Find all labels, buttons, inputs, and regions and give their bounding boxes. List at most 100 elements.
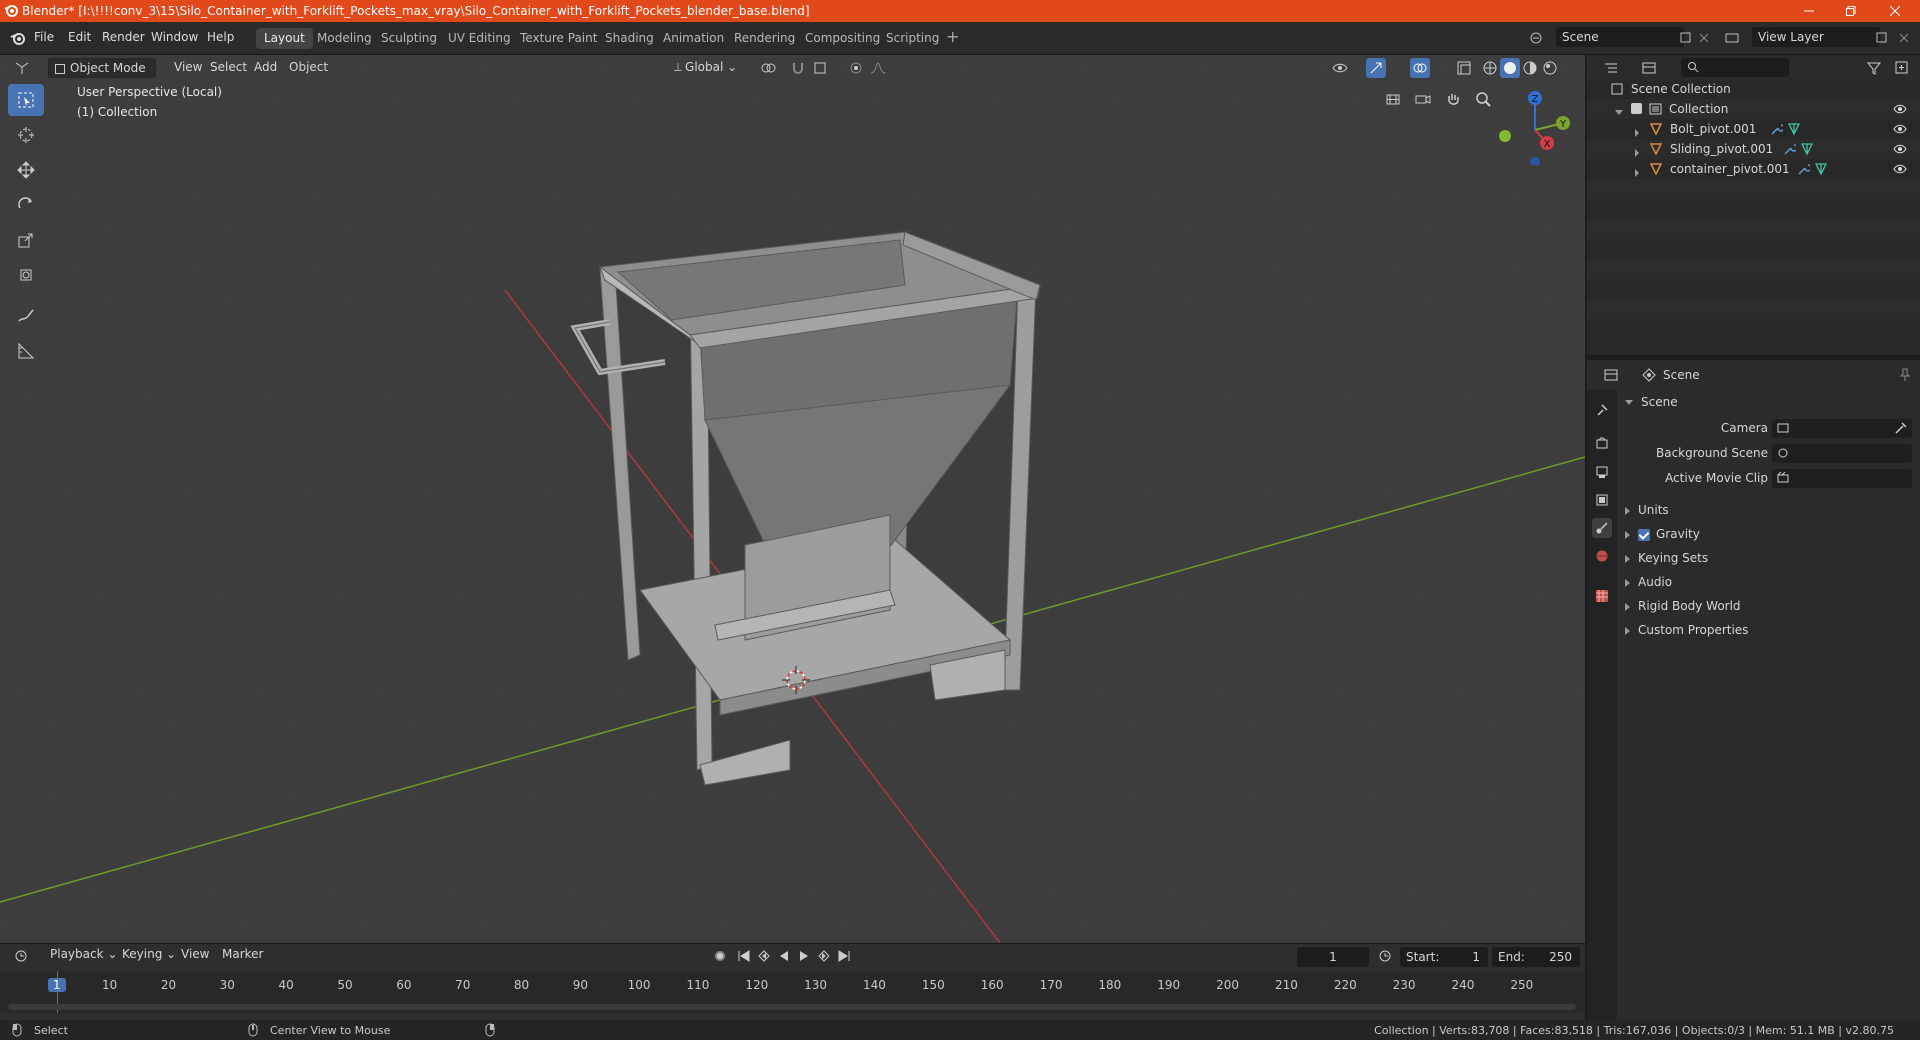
mesh-data-icon[interactable] bbox=[1787, 122, 1801, 136]
view-layer-field[interactable]: View Layer bbox=[1752, 27, 1880, 47]
outliner-row-object[interactable]: container_pivot.001 bbox=[1587, 159, 1920, 179]
visibility-eye-icon[interactable] bbox=[1893, 123, 1907, 135]
record-icon[interactable] bbox=[710, 946, 730, 966]
menu-help[interactable]: Help bbox=[207, 30, 234, 44]
overlays-toggle-icon[interactable] bbox=[1410, 58, 1430, 78]
navigation-gizmo[interactable]: Z Y X bbox=[1490, 85, 1570, 165]
proportional-edit-icon[interactable] bbox=[846, 58, 866, 78]
pan-view-icon[interactable] bbox=[1443, 89, 1463, 109]
modifier-wrench-icon[interactable] bbox=[1796, 162, 1810, 176]
tab-layout[interactable]: Layout bbox=[256, 28, 313, 49]
keying-sets-panel-header[interactable]: Keying Sets bbox=[1625, 551, 1708, 565]
close-window-button[interactable] bbox=[1874, 0, 1916, 22]
blender-menu-icon[interactable] bbox=[10, 30, 26, 46]
mesh-data-icon[interactable] bbox=[1814, 162, 1828, 176]
tab-uv-editing[interactable]: UV Editing bbox=[440, 28, 519, 49]
outliner-row-object[interactable]: Sliding_pivot.001 bbox=[1587, 139, 1920, 159]
xray-toggle-icon[interactable] bbox=[1454, 58, 1474, 78]
start-frame-field[interactable]: Start: 1 bbox=[1400, 947, 1488, 967]
display-mode-icon[interactable] bbox=[1639, 58, 1659, 78]
transform-orientation-dropdown[interactable]: ⟂ Global ⌄ bbox=[668, 58, 743, 78]
collection-expand-icon[interactable] bbox=[1615, 105, 1631, 119]
object-expand-icon[interactable] bbox=[1635, 165, 1647, 179]
scale-tool[interactable] bbox=[8, 224, 44, 256]
object-expand-icon[interactable] bbox=[1635, 145, 1647, 159]
tab-sculpting[interactable]: Sculpting bbox=[373, 28, 445, 49]
rendered-shading-icon[interactable] bbox=[1540, 58, 1560, 78]
jump-keyframe-forward-icon[interactable] bbox=[814, 946, 834, 966]
add-workspace-icon[interactable]: + bbox=[946, 27, 959, 46]
rotate-tool[interactable] bbox=[8, 189, 44, 221]
remove-view-layer-icon[interactable] bbox=[1894, 28, 1914, 48]
pin-icon[interactable] bbox=[1895, 365, 1915, 385]
modifier-wrench-icon[interactable] bbox=[1782, 142, 1796, 156]
menu-file[interactable]: File bbox=[34, 30, 54, 44]
remove-scene-icon[interactable] bbox=[1694, 28, 1714, 48]
jump-keyframe-back-icon[interactable] bbox=[754, 946, 774, 966]
texture-tab-icon[interactable] bbox=[1592, 586, 1612, 606]
scene-panel-header[interactable]: Scene bbox=[1625, 395, 1678, 409]
mesh-data-icon[interactable] bbox=[1800, 142, 1814, 156]
toggle-camera-view-icon[interactable] bbox=[1383, 89, 1403, 109]
scene-field[interactable]: Scene bbox=[1556, 27, 1684, 47]
view-layer-tab-icon[interactable] bbox=[1592, 490, 1612, 510]
transform-tool[interactable] bbox=[8, 259, 44, 291]
outliner-row-scene-collection[interactable]: Scene Collection bbox=[1587, 79, 1920, 99]
timeline-editor-type-icon[interactable] bbox=[12, 946, 32, 966]
world-tab-icon[interactable] bbox=[1592, 546, 1612, 566]
gravity-panel-header[interactable]: Gravity bbox=[1625, 527, 1700, 541]
camera-field[interactable] bbox=[1772, 419, 1912, 438]
snap-icon[interactable] bbox=[788, 58, 808, 78]
tab-shading[interactable]: Shading bbox=[597, 28, 662, 49]
move-tool[interactable] bbox=[8, 154, 44, 186]
background-scene-field[interactable] bbox=[1772, 444, 1912, 463]
viewport-menu-view[interactable]: View bbox=[168, 58, 208, 78]
properties-editor-type-icon[interactable] bbox=[1601, 365, 1621, 385]
timeline-menu-playback[interactable]: Playback ⌄ bbox=[44, 945, 123, 965]
modifier-wrench-icon[interactable] bbox=[1769, 122, 1783, 136]
gizmo-toggle-icon[interactable] bbox=[1366, 58, 1386, 78]
visibility-eye-icon[interactable] bbox=[1893, 143, 1907, 155]
menu-window[interactable]: Window bbox=[151, 30, 198, 44]
viewport-menu-select[interactable]: Select bbox=[204, 58, 253, 78]
scene-icon[interactable] bbox=[1526, 28, 1546, 48]
collection-checkbox[interactable] bbox=[1631, 103, 1642, 114]
scene-tab-icon[interactable] bbox=[1592, 518, 1612, 538]
snap-target-icon[interactable] bbox=[810, 58, 830, 78]
measure-tool[interactable] bbox=[8, 335, 44, 367]
timeline-menu-marker[interactable]: Marker bbox=[216, 945, 269, 965]
outliner-row-object[interactable]: Bolt_pivot.001 bbox=[1587, 119, 1920, 139]
timeline-scrollbar[interactable] bbox=[8, 1004, 1576, 1010]
render-tab-icon[interactable] bbox=[1592, 434, 1612, 454]
cursor-tool[interactable] bbox=[8, 119, 44, 151]
custom-properties-panel-header[interactable]: Custom Properties bbox=[1625, 623, 1748, 637]
viewport-menu-object[interactable]: Object bbox=[283, 58, 334, 78]
minimize-button[interactable] bbox=[1788, 0, 1830, 22]
select-box-tool[interactable] bbox=[8, 84, 44, 116]
tab-texture-paint[interactable]: Texture Paint bbox=[512, 28, 605, 49]
visibility-eye-icon[interactable] bbox=[1893, 103, 1907, 115]
tab-rendering[interactable]: Rendering bbox=[726, 28, 803, 49]
units-panel-header[interactable]: Units bbox=[1625, 503, 1669, 517]
tab-scripting[interactable]: Scripting bbox=[878, 28, 947, 49]
maximize-button[interactable] bbox=[1830, 0, 1872, 22]
falloff-icon[interactable] bbox=[868, 58, 888, 78]
material-shading-icon[interactable] bbox=[1520, 58, 1540, 78]
audio-panel-header[interactable]: Audio bbox=[1625, 575, 1672, 589]
outliner-search-input[interactable] bbox=[1681, 58, 1789, 77]
play-icon[interactable] bbox=[794, 946, 814, 966]
rigid-body-world-panel-header[interactable]: Rigid Body World bbox=[1625, 599, 1741, 613]
camera-view-icon[interactable] bbox=[1413, 89, 1433, 109]
wireframe-shading-icon[interactable] bbox=[1480, 58, 1500, 78]
output-tab-icon[interactable] bbox=[1592, 462, 1612, 482]
solid-shading-icon[interactable] bbox=[1500, 58, 1520, 78]
current-frame-field[interactable]: 1 bbox=[1297, 947, 1369, 967]
preview-range-icon[interactable] bbox=[1375, 946, 1395, 966]
timeline-menu-keying[interactable]: Keying ⌄ bbox=[116, 945, 182, 965]
jump-end-icon[interactable] bbox=[834, 946, 854, 966]
viewport-menu-add[interactable]: Add bbox=[248, 58, 283, 78]
gravity-checkbox[interactable] bbox=[1638, 528, 1650, 541]
filter-icon[interactable] bbox=[1864, 58, 1884, 78]
menu-render[interactable]: Render bbox=[102, 30, 145, 44]
new-view-layer-icon[interactable] bbox=[1872, 28, 1892, 48]
